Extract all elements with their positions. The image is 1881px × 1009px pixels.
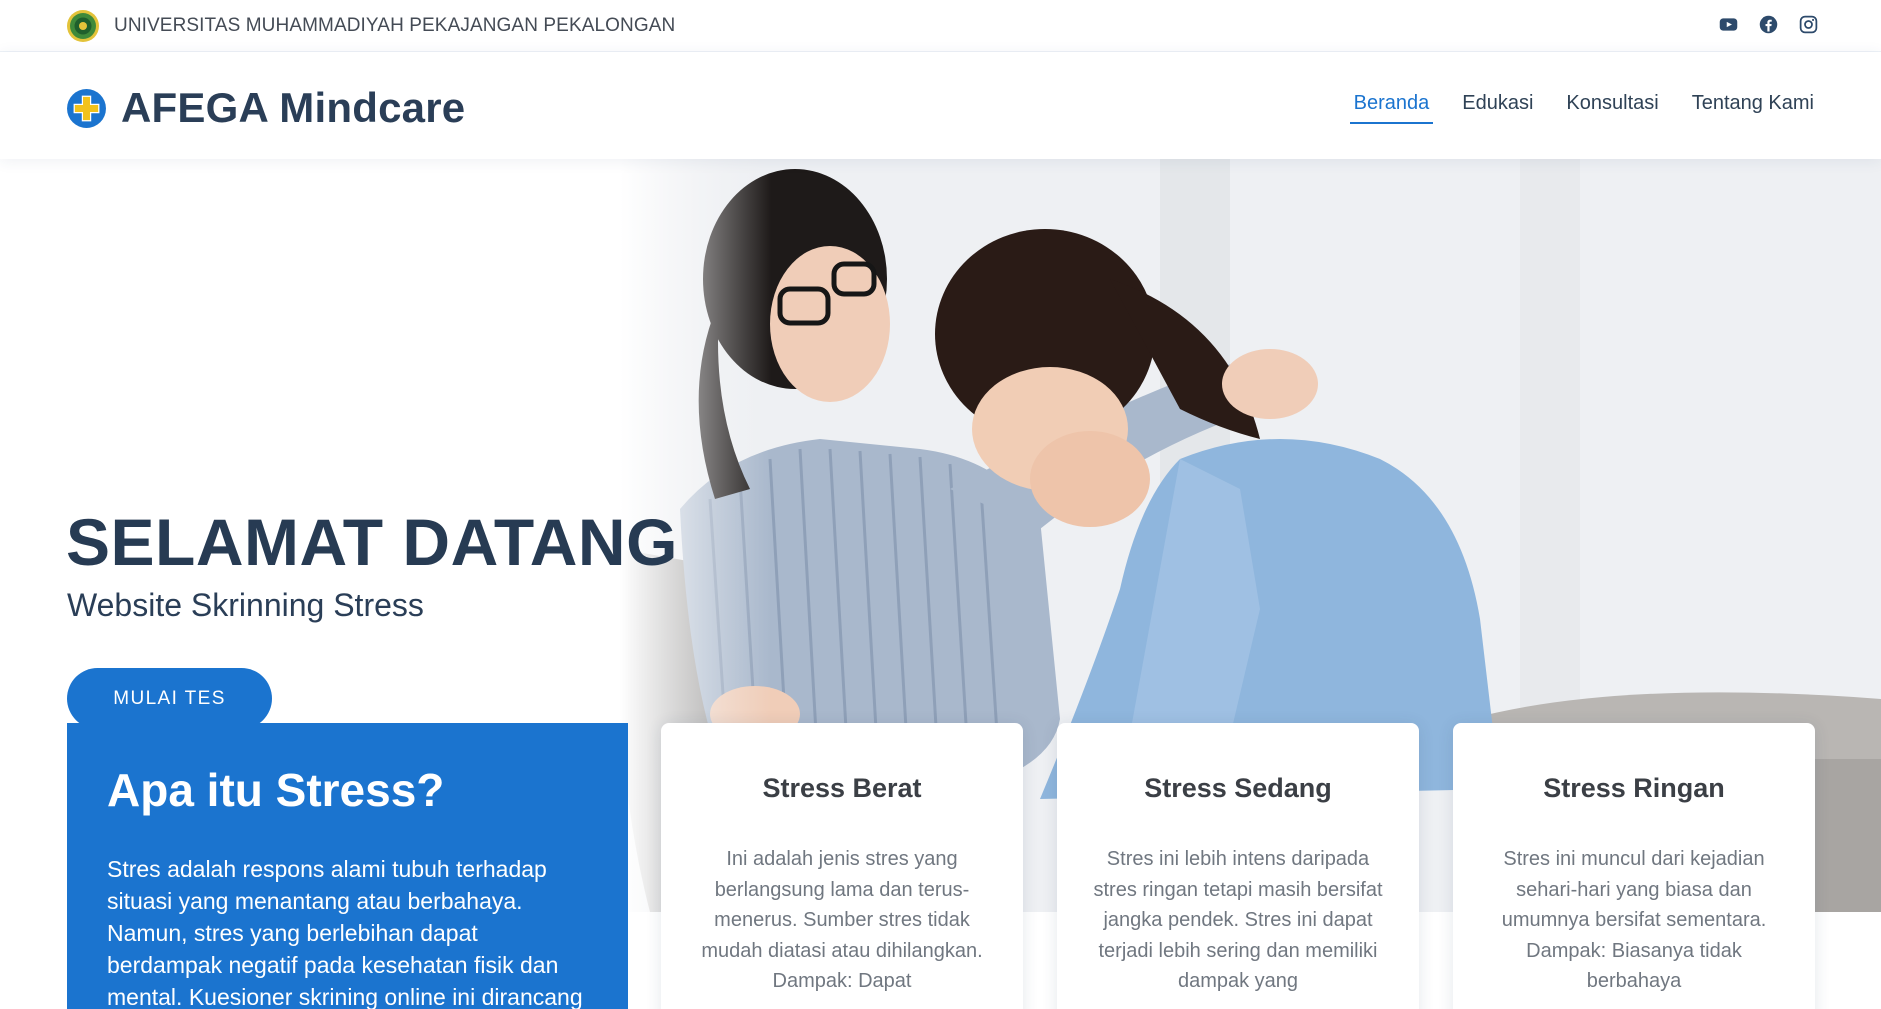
stress-ringan-card: Stress Ringan Stres ini muncul dari keja… <box>1453 723 1815 1009</box>
card-title: Stress Ringan <box>1543 773 1725 803</box>
nav-item-tentang-kami[interactable]: Tentang Kami <box>1692 92 1814 124</box>
medical-cross-logo-icon <box>67 88 106 128</box>
nav-item-konsultasi[interactable]: Konsultasi <box>1566 92 1658 124</box>
card-title: Stress Sedang <box>1144 773 1332 803</box>
about-stress-title: Apa itu Stress? <box>107 764 445 816</box>
hero-title: SELAMAT DATANG <box>66 505 678 579</box>
brand[interactable]: AFEGA Mindcare <box>66 84 465 132</box>
card-text: Stres ini muncul dari kejadian sehari-ha… <box>1501 848 1767 992</box>
stress-berat-card: Stress Berat Ini adalah jenis stres yang… <box>661 723 1023 1009</box>
card-text: Ini adalah jenis stres yang berlangsung … <box>701 848 983 992</box>
main-nav: Beranda Edukasi Konsultasi Tentang Kami <box>1349 92 1814 124</box>
top-bar: UNIVERSITAS MUHAMMADIYAH PEKAJANGAN PEKA… <box>0 0 1881 52</box>
card-title: Stress Berat <box>762 773 922 803</box>
university-name: UNIVERSITAS MUHAMMADIYAH PEKAJANGAN PEKA… <box>114 15 676 36</box>
university-logo-icon <box>67 10 99 42</box>
stress-sedang-card: Stress Sedang Stres ini lebih intens dar… <box>1057 723 1419 1009</box>
facebook-icon[interactable] <box>1758 14 1779 35</box>
main-header: AFEGA Mindcare Beranda Edukasi Konsultas… <box>0 52 1881 159</box>
about-stress-text: Stres adalah respons alami tubuh terhada… <box>107 856 583 1009</box>
about-stress-card: Apa itu Stress? Stres adalah respons ala… <box>67 723 628 1009</box>
nav-item-beranda[interactable]: Beranda <box>1349 92 1433 124</box>
instagram-icon[interactable] <box>1798 14 1819 35</box>
hero-subtitle: Website Skrinning Stress <box>67 587 424 623</box>
youtube-icon[interactable] <box>1718 14 1739 35</box>
card-text: Stres ini lebih intens daripada stres ri… <box>1093 848 1383 992</box>
brand-name: AFEGA Mindcare <box>121 84 466 131</box>
social-links <box>1718 14 1819 35</box>
nav-item-edukasi[interactable]: Edukasi <box>1462 92 1533 124</box>
start-test-button[interactable]: MULAI TES <box>67 668 272 729</box>
